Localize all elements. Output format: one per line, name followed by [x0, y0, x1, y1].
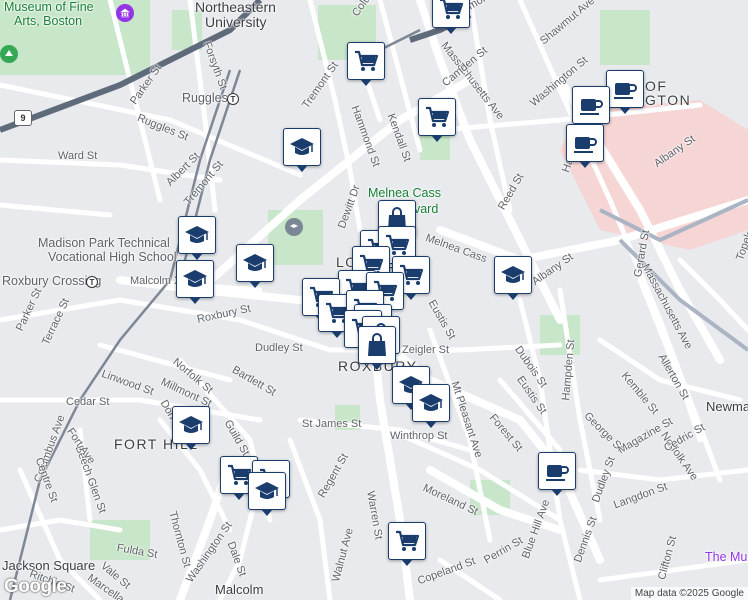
grocery-cart-marker[interactable] — [418, 98, 456, 142]
coffee-cup-icon — [612, 76, 638, 102]
street-label: St James St — [302, 418, 362, 430]
school-marker[interactable] — [178, 216, 216, 260]
school-marker[interactable] — [494, 256, 532, 300]
museum-label: Arts, Boston — [14, 14, 83, 28]
grocery-cart-marker[interactable] — [432, 0, 470, 34]
museum-partial-label: The Mu — [705, 550, 748, 564]
graduation-cap-icon — [242, 250, 268, 276]
graduation-cap-icon — [254, 478, 280, 504]
coffee-cup-icon — [578, 92, 604, 118]
newman-label: Newman — [706, 399, 748, 414]
neighborhood-label: GTON — [645, 92, 692, 108]
northeastern-label: University — [205, 14, 267, 30]
ruggles-station-label: Ruggles — [182, 91, 228, 105]
graduation-cap-icon — [184, 222, 210, 248]
shop-marker[interactable] — [358, 326, 396, 370]
cafe-marker[interactable] — [606, 70, 644, 114]
street-label: Ward St — [58, 150, 98, 162]
cafe-marker[interactable] — [566, 124, 604, 168]
museum-icon — [116, 4, 134, 22]
graduation-cap-icon — [182, 266, 208, 292]
graduation-cap-icon — [418, 390, 444, 416]
coffee-cup-icon — [572, 130, 598, 156]
graduation-cap-icon — [178, 412, 204, 438]
transit-icon: T — [86, 276, 98, 288]
graduation-cap-icon — [500, 262, 526, 288]
school-marker[interactable] — [172, 406, 210, 450]
school-marker[interactable] — [236, 244, 274, 288]
grocery-cart-marker[interactable] — [388, 522, 426, 566]
madison-park-label: Madison Park Technical — [38, 236, 170, 250]
transit-icon: T — [227, 93, 239, 105]
museum-label: Museum of Fine — [4, 0, 94, 14]
park-icon — [0, 45, 18, 63]
street-label: Dudley St — [255, 342, 303, 354]
jackson-square-label: Jackson Square — [2, 558, 96, 573]
school-marker[interactable] — [283, 128, 321, 172]
street-label: Cedar St — [66, 396, 110, 408]
shopping-cart-icon — [424, 104, 450, 130]
shopping-cart-icon — [353, 48, 379, 74]
grocery-cart-marker[interactable] — [347, 42, 385, 86]
madison-park-label: Vocational High School — [48, 250, 177, 264]
northeastern-label: Northeastern — [195, 0, 276, 15]
cafe-marker[interactable] — [538, 452, 576, 496]
school-marker[interactable] — [176, 260, 214, 304]
route-shield: 9 — [14, 110, 32, 126]
street-label: Winthrop St — [390, 430, 448, 442]
malcolm-label: Malcolm — [215, 582, 264, 597]
park-area — [600, 10, 650, 65]
shopping-cart-icon — [394, 528, 420, 554]
map-canvas[interactable]: Museum of Fine Arts, Boston Northeastern… — [0, 0, 748, 600]
google-logo[interactable]: Google — [4, 576, 67, 598]
cafe-marker[interactable] — [572, 86, 610, 130]
shopping-cart-icon — [438, 0, 464, 22]
shopping-bag-icon — [364, 332, 390, 358]
school-icon — [285, 218, 303, 236]
melnea-cass-park-label: Melnea Cass — [368, 186, 441, 200]
graduation-cap-icon — [289, 134, 315, 160]
map-attribution: Map data ©2025 Google — [630, 587, 748, 600]
school-marker[interactable] — [412, 384, 450, 428]
street-label: Zeigler St — [402, 344, 450, 356]
coffee-cup-icon — [544, 458, 570, 484]
school-marker[interactable] — [248, 472, 286, 516]
